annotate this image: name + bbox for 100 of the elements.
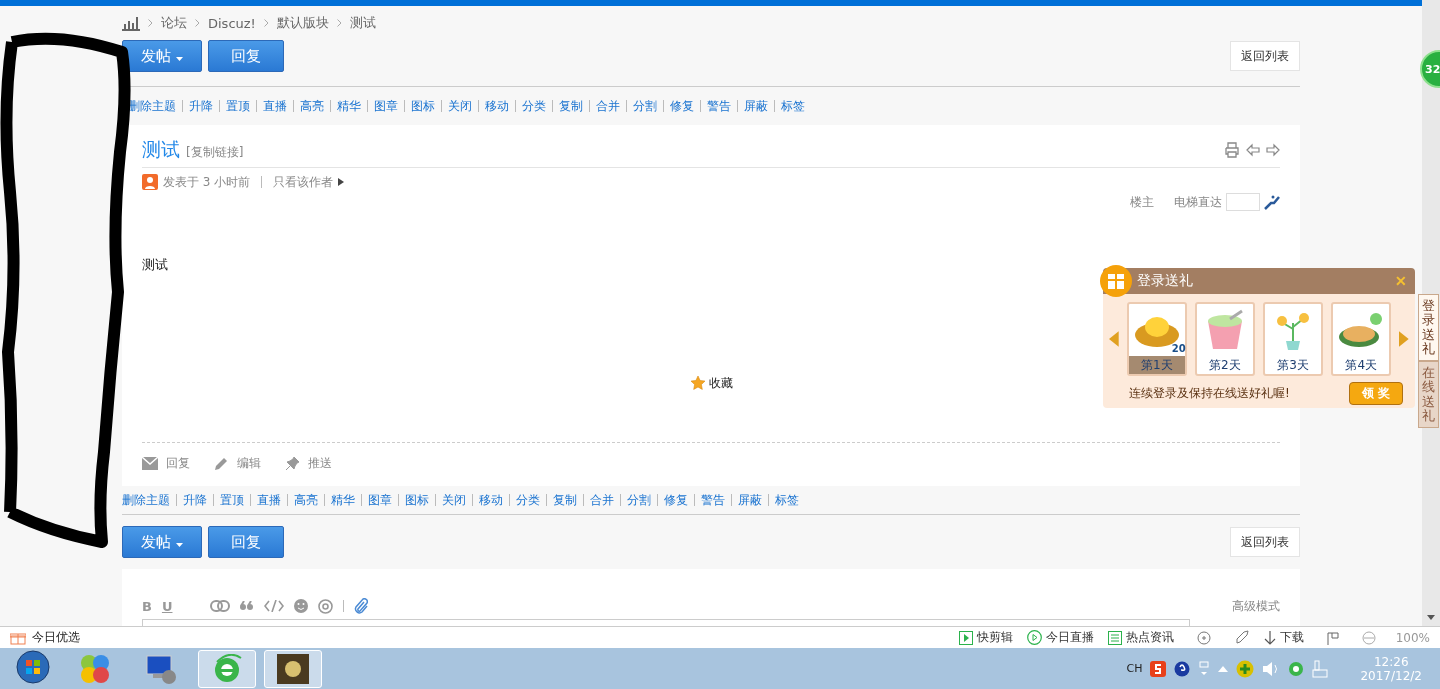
up-arrow-icon[interactable]: [1218, 665, 1229, 672]
code-icon[interactable]: [264, 600, 285, 612]
right-arrow-icon[interactable]: [1399, 331, 1409, 347]
envelope-icon[interactable]: [142, 457, 158, 470]
status-link[interactable]: 今日直播: [1026, 629, 1094, 646]
pencil-icon[interactable]: [214, 456, 229, 471]
gift-day-card[interactable]: 第3天: [1263, 302, 1324, 376]
moderation-link[interactable]: 分割: [633, 97, 657, 115]
windows-logo-icon[interactable]: [16, 650, 50, 684]
quote-icon[interactable]: [240, 601, 255, 611]
download-icon[interactable]: [1263, 630, 1276, 645]
status-link[interactable]: 快剪辑: [958, 629, 1013, 646]
moderation-link[interactable]: 高亮: [300, 97, 324, 115]
play-square-icon[interactable]: [958, 630, 973, 645]
moderation-link[interactable]: 置顶: [226, 97, 250, 115]
moderation-link[interactable]: 警告: [707, 97, 731, 115]
reply-button[interactable]: 回复: [208, 526, 284, 558]
bold-button[interactable]: B: [142, 598, 152, 614]
language-indicator[interactable]: CH: [1126, 662, 1143, 675]
post-action-link[interactable]: 推送: [285, 455, 332, 472]
moderation-link[interactable]: 标签: [781, 97, 805, 115]
moderation-link[interactable]: 直播: [263, 97, 287, 115]
moderation-link[interactable]: 关闭: [448, 97, 472, 115]
only-author-link[interactable]: 只看该作者: [273, 173, 334, 191]
caret-icon[interactable]: [175, 56, 183, 61]
moderation-link[interactable]: 修复: [664, 491, 688, 509]
link-icon[interactable]: [210, 600, 231, 612]
side-tab[interactable]: 登录送礼: [1418, 294, 1439, 362]
paperclip-icon[interactable]: [354, 598, 369, 614]
star-icon[interactable]: [689, 375, 706, 391]
advanced-mode-link[interactable]: 高级模式: [1232, 597, 1280, 615]
news-icon[interactable]: [1107, 630, 1122, 645]
window-icon[interactable]: [1198, 660, 1211, 677]
taskbar-app[interactable]: [264, 649, 322, 688]
moderation-link[interactable]: 关闭: [442, 491, 466, 509]
gift-day-card[interactable]: 第4天: [1331, 302, 1392, 376]
copy-link[interactable]: [复制链接]: [186, 143, 244, 161]
side-tab[interactable]: 在线送礼: [1418, 361, 1439, 429]
zoom-level[interactable]: 100%: [1395, 630, 1430, 645]
moderation-link[interactable]: 分类: [522, 97, 546, 115]
photo-placeholder[interactable]: [277, 653, 309, 684]
moderation-link[interactable]: 图标: [411, 97, 435, 115]
moderation-link[interactable]: 屏蔽: [738, 491, 762, 509]
moderation-link[interactable]: 置顶: [220, 491, 244, 509]
moderation-link[interactable]: 合并: [590, 491, 614, 509]
network-icon[interactable]: [1312, 659, 1329, 678]
moderation-link[interactable]: 复制: [553, 491, 577, 509]
status-link[interactable]: 下载: [1263, 629, 1304, 646]
post-action-link[interactable]: 回复: [142, 455, 190, 472]
moderation-link[interactable]: 标签: [775, 491, 799, 509]
pin-icon[interactable]: [285, 456, 300, 471]
left-arrow-icon[interactable]: [1109, 331, 1119, 347]
moderation-link[interactable]: 图章: [368, 491, 392, 509]
escalator-icon[interactable]: [1264, 194, 1280, 210]
moderation-link[interactable]: 升降: [183, 491, 207, 509]
breadcrumb-link[interactable]: 论坛: [161, 14, 187, 32]
new-post-button[interactable]: 发帖: [122, 526, 202, 558]
flag-icon[interactable]: [1325, 630, 1340, 645]
plus-icon[interactable]: [1236, 659, 1255, 678]
moderation-link[interactable]: 直播: [257, 491, 281, 509]
moderation-link[interactable]: 修复: [670, 97, 694, 115]
breadcrumb-link[interactable]: 默认版块: [276, 14, 329, 32]
left-arrow-icon[interactable]: [1246, 143, 1260, 157]
gift-day-card[interactable]: 20 第1天: [1126, 302, 1187, 376]
print-icon[interactable]: [1224, 142, 1240, 158]
circles-icon[interactable]: [79, 652, 111, 685]
underline-button[interactable]: U: [161, 598, 173, 614]
gift-icon[interactable]: [10, 630, 26, 645]
reply-button[interactable]: 回复: [208, 40, 284, 72]
post-action-link[interactable]: 编辑: [214, 455, 261, 472]
gift-day-card[interactable]: 第2天: [1194, 302, 1255, 376]
back-to-list-button[interactable]: 返回列表: [1230, 527, 1300, 557]
moderation-link[interactable]: 精华: [337, 97, 361, 115]
moderation-link[interactable]: 图标: [405, 491, 429, 509]
scroll-down-icon[interactable]: [1427, 615, 1435, 620]
moderation-link[interactable]: 警告: [701, 491, 725, 509]
moderation-link[interactable]: 高亮: [294, 491, 318, 509]
new-post-button[interactable]: 发帖: [122, 40, 202, 72]
moderation-link[interactable]: 分割: [627, 491, 651, 509]
status-link[interactable]: 热点资讯: [1107, 629, 1174, 646]
moderation-link[interactable]: 屏蔽: [744, 97, 768, 115]
favorite-button[interactable]: 收藏: [689, 374, 733, 392]
monitor-icon[interactable]: [145, 652, 177, 685]
breadcrumb-link[interactable]: 测试: [349, 14, 376, 32]
moderation-link[interactable]: 合并: [596, 97, 620, 115]
back-to-list-button[interactable]: 返回列表: [1230, 41, 1300, 71]
moderation-link[interactable]: 复制: [559, 97, 583, 115]
status-link[interactable]: 今日优选: [32, 629, 80, 646]
input-method-icon[interactable]: [1150, 660, 1167, 677]
floor-input[interactable]: [1226, 193, 1260, 211]
moderation-link[interactable]: 移动: [485, 97, 509, 115]
smiley-icon[interactable]: [294, 599, 309, 613]
moderation-link[interactable]: 升降: [189, 97, 213, 115]
chart-icon[interactable]: [122, 15, 140, 31]
moderation-link[interactable]: 分类: [516, 491, 540, 509]
right-arrow-icon[interactable]: [1266, 143, 1280, 157]
moderation-link[interactable]: 删除主题: [122, 491, 170, 509]
moderation-link[interactable]: 移动: [479, 491, 503, 509]
caret-icon[interactable]: [175, 542, 183, 547]
moderation-link[interactable]: 图章: [374, 97, 398, 115]
